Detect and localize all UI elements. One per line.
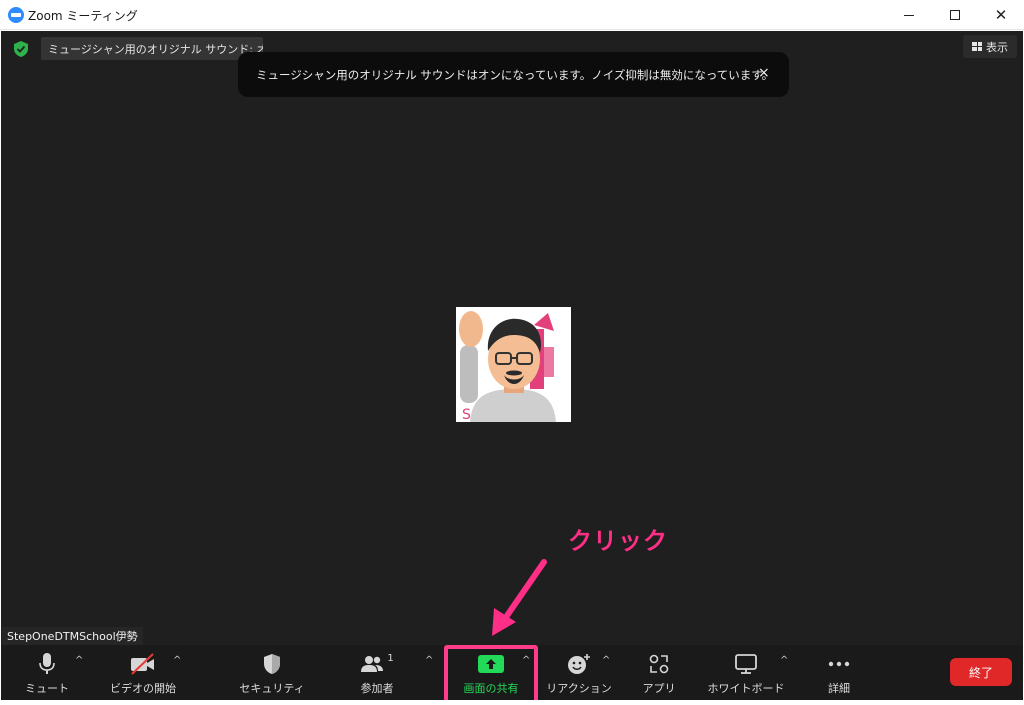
more-button[interactable]: 詳細 (815, 645, 863, 700)
minimize-button[interactable] (886, 0, 932, 30)
zoom-window: Zoom ミーティング ✕ ミュージシャン用のオリジナル サウンド: オン 表示… (0, 0, 1024, 705)
apps-button[interactable]: アプリ (635, 645, 683, 700)
notification-toast: ミュージシャン用のオリジナル サウンドはオンになっています。ノイズ抑制は無効にな… (238, 52, 789, 97)
window-bottom-edge (0, 700, 1024, 705)
emoji-add-icon (568, 654, 590, 674)
participant-avatar: S (456, 307, 571, 422)
more-dots-icon (828, 661, 850, 667)
more-label: 詳細 (828, 682, 850, 695)
apps-label: アプリ (642, 682, 676, 695)
end-meeting-button[interactable]: 終了 (950, 658, 1012, 686)
title-bar: Zoom ミーティング ✕ (0, 0, 1024, 30)
reactions-options-caret[interactable]: ^ (602, 655, 610, 666)
participants-button[interactable]: 1 参加者 (349, 645, 405, 700)
share-screen-button[interactable]: 画面の共有 (455, 645, 527, 700)
mute-label: ミュート (25, 682, 69, 695)
annotation-arrow-icon (492, 559, 547, 636)
participants-options-caret[interactable]: ^ (425, 655, 433, 666)
reactions-label: リアクション (546, 682, 612, 695)
security-shield-icon (264, 654, 280, 674)
mute-button[interactable]: ミュート (19, 645, 75, 700)
participants-label: 参加者 (360, 682, 394, 695)
participants-count: 1 (387, 653, 394, 664)
participant-name-tag: StepOneDTMSchool伊勢 (2, 627, 143, 645)
apps-icon (649, 654, 669, 674)
window-title: Zoom ミーティング (28, 9, 138, 23)
start-video-button[interactable]: ビデオの開始 (105, 645, 181, 700)
security-label: セキュリティ (239, 682, 305, 695)
share-options-caret[interactable]: ^ (522, 655, 530, 666)
original-sound-status[interactable]: ミュージシャン用のオリジナル サウンド: オン (41, 37, 263, 60)
close-window-button[interactable]: ✕ (978, 0, 1024, 30)
video-off-icon (131, 653, 154, 675)
whiteboard-icon (735, 654, 757, 674)
toast-message: ミュージシャン用のオリジナル サウンドはオンになっています。ノイズ抑制は無効にな… (256, 68, 774, 82)
whiteboard-label: ホワイトボード (707, 682, 785, 695)
maximize-icon (950, 10, 960, 20)
whiteboard-button[interactable]: ホワイトボード (706, 645, 786, 700)
microphone-icon (39, 653, 55, 674)
toast-close-icon[interactable]: × (758, 65, 770, 81)
gallery-view-icon (972, 42, 982, 51)
svg-text:S: S (462, 407, 471, 422)
security-button[interactable]: セキュリティ (238, 645, 306, 700)
meeting-area: ミュージシャン用のオリジナル サウンド: オン 表示 ミュージシャン用のオリジナ… (1, 31, 1023, 645)
view-button[interactable]: 表示 (963, 35, 1017, 58)
reactions-button[interactable]: リアクション (546, 645, 612, 700)
close-icon: ✕ (994, 6, 1008, 24)
start-video-label: ビデオの開始 (110, 682, 176, 695)
minimize-icon (904, 14, 914, 16)
whiteboard-options-caret[interactable]: ^ (780, 655, 788, 666)
participants-icon (361, 656, 384, 672)
encryption-shield-icon[interactable] (14, 41, 28, 57)
zoom-logo-icon (8, 7, 24, 23)
view-button-label: 表示 (986, 40, 1008, 54)
share-screen-icon (478, 655, 504, 673)
audio-options-caret[interactable]: ^ (75, 655, 83, 666)
meeting-toolbar: ミュート ^ ビデオの開始 ^ セキュリティ 1 参加者 ^ 画面の共有 ^ リ… (1, 645, 1023, 700)
maximize-button[interactable] (932, 0, 978, 30)
video-options-caret[interactable]: ^ (173, 655, 181, 666)
share-screen-label: 画面の共有 (463, 682, 519, 695)
click-annotation: クリック (568, 527, 668, 555)
